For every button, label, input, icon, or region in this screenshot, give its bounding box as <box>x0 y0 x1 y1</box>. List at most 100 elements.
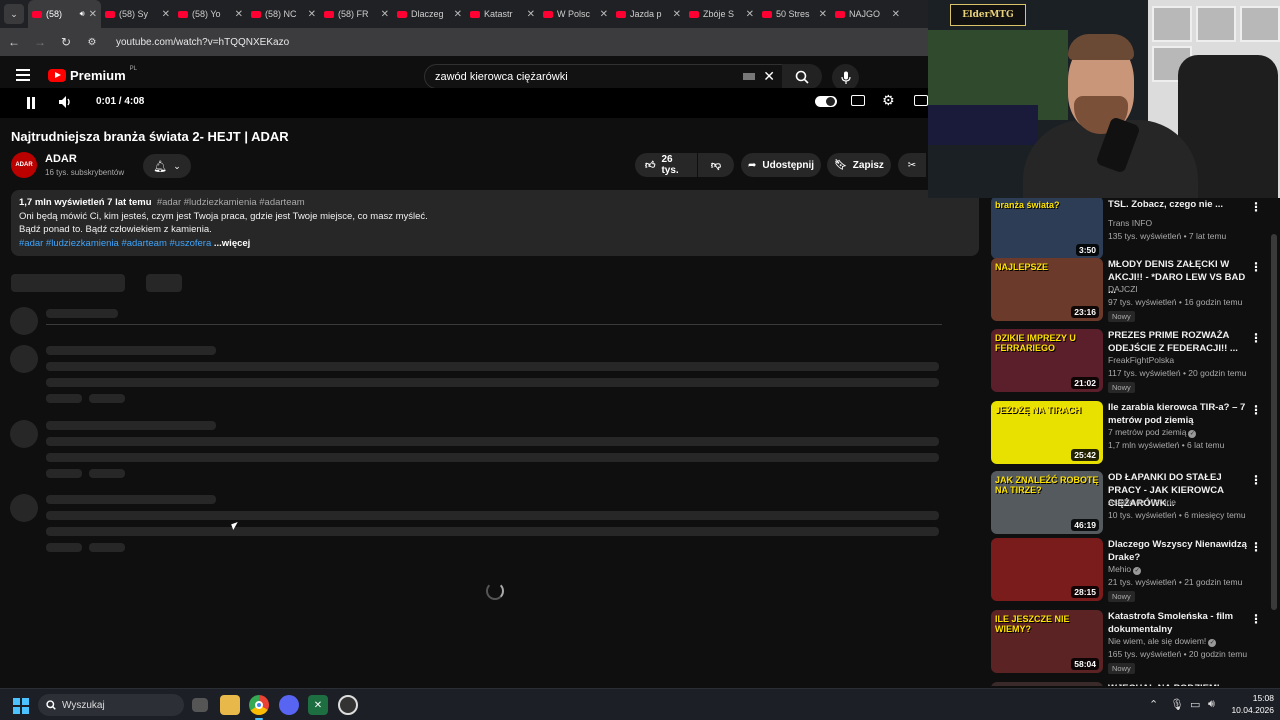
recommendation-channel[interactable]: 7 metrów pod ziemią ✓ <box>1108 427 1197 438</box>
clip-button[interactable]: ✂ <box>898 153 926 177</box>
browser-tab[interactable]: Zbóje S ✕ <box>685 0 758 28</box>
close-tab-icon[interactable]: ✕ <box>819 9 827 20</box>
share-button[interactable]: ➦ Udostępnij <box>741 153 821 177</box>
browser-tab[interactable]: Jazda p ✕ <box>612 0 685 28</box>
browser-tab[interactable]: Dlaczeg ✕ <box>393 0 466 28</box>
microphone-tray-icon[interactable]: 🎙︎ <box>1170 698 1184 711</box>
close-tab-icon[interactable]: ✕ <box>308 9 316 20</box>
miniplayer-icon[interactable] <box>914 95 928 106</box>
video-thumbnail[interactable]: NAJLEPSZE 23:16 <box>991 258 1103 321</box>
clear-search-icon[interactable]: ✕ <box>763 68 775 85</box>
recommendation-channel[interactable]: FreakFightPolska <box>1108 355 1174 365</box>
video-thumbnail[interactable]: JEŻDŻĘ NA TIRACH 25:42 <box>991 401 1103 464</box>
discord-icon[interactable] <box>279 695 299 715</box>
video-thumbnail[interactable]: 28:15 <box>991 538 1103 601</box>
settings-icon[interactable]: ⚙ <box>882 92 895 109</box>
scrollbar[interactable] <box>1271 234 1277 610</box>
close-tab-icon[interactable]: ✕ <box>235 9 243 20</box>
forward-arrow-icon[interactable]: → <box>32 35 48 49</box>
description-box[interactable]: 1,7 mln wyświetleń 7 lat temu #adar #lud… <box>11 190 979 256</box>
volume-icon[interactable] <box>59 96 73 108</box>
close-tab-icon[interactable]: ✕ <box>746 9 754 20</box>
more-options-icon[interactable]: ⋮ <box>1250 260 1262 274</box>
menu-icon[interactable] <box>16 69 30 84</box>
recommendation-channel[interactable]: DAJCZI <box>1108 284 1138 294</box>
recommendation-title[interactable]: WJECHAŁ NA PODZIEMI... <box>1108 682 1248 686</box>
keyboard-icon[interactable] <box>743 73 756 80</box>
video-thumbnail[interactable]: JAK ZNALEŹĆ ROBOTĘ NA TIRZE? 46:19 <box>991 471 1103 534</box>
site-info-icon[interactable]: ⚙ <box>84 37 100 48</box>
more-options-icon[interactable]: ⋮ <box>1250 331 1262 345</box>
browser-tab[interactable]: (58) Yo ✕ <box>174 0 247 28</box>
video-thumbnail[interactable]: DZIKIE IMPREZY U FERRARIEGO 21:02 <box>991 329 1103 392</box>
back-arrow-icon[interactable]: ← <box>6 35 22 49</box>
windows-start-icon[interactable] <box>13 698 29 714</box>
description-hashtags[interactable]: #adar #ludziezkamienia #adarteam #uszofe… <box>19 238 211 249</box>
close-tab-icon[interactable]: ✕ <box>527 9 535 20</box>
video-thumbnail[interactable] <box>991 682 1103 686</box>
close-tab-icon[interactable]: ✕ <box>454 9 462 20</box>
excel-icon[interactable]: ✕ <box>308 695 328 715</box>
browser-tab[interactable]: (58) 🔊︎ ✕ <box>28 0 101 28</box>
close-tab-icon[interactable]: ✕ <box>89 9 97 20</box>
recommendation-channel[interactable]: Asfaltowe Historie <box>1108 497 1176 507</box>
recommendation-channel[interactable]: Mehio ✓ <box>1108 564 1142 575</box>
voice-search-button[interactable] <box>832 64 859 91</box>
reload-icon[interactable]: ↻ <box>58 35 74 49</box>
more-options-icon[interactable]: ⋮ <box>1250 612 1262 626</box>
like-button[interactable]: 👍︎ 26 tys. <box>635 153 697 177</box>
video-thumbnail[interactable]: branża świata? 3:50 <box>991 198 1103 259</box>
close-tab-icon[interactable]: ✕ <box>600 9 608 20</box>
recommendation-title[interactable]: TSL. Zobacz, czego nie ... <box>1108 198 1248 211</box>
url-field[interactable]: youtube.com/watch?v=hTQQNXEKazo <box>116 37 289 48</box>
browser-tab[interactable]: Katastr ✕ <box>466 0 539 28</box>
recommendation-title[interactable]: Ile zarabia kierowca TIR-a? – 7 metrów p… <box>1108 401 1248 427</box>
chevron-up-icon[interactable]: ⌃ <box>1149 698 1158 711</box>
youtube-logo[interactable]: Premium PL <box>48 66 137 83</box>
save-button[interactable]: 🔖︎ Zapisz <box>827 153 891 177</box>
close-tab-icon[interactable]: ✕ <box>892 9 900 20</box>
close-tab-icon[interactable]: ✕ <box>673 9 681 20</box>
recommendation-title[interactable]: PREZES PRIME ROZWAŻA ODEJŚCIE Z FEDERACJ… <box>1108 329 1248 355</box>
inline-hashtags[interactable]: #adar #ludziezkamienia #adarteam <box>157 197 305 208</box>
task-view-icon[interactable] <box>192 698 208 712</box>
video-thumbnail[interactable]: ILE JESZCZE NIE WIEMY? 58:04 <box>991 610 1103 673</box>
file-explorer-icon[interactable] <box>220 695 240 715</box>
taskbar-search[interactable]: Wyszukaj <box>38 694 184 716</box>
browser-tab[interactable]: (58) FR ✕ <box>320 0 393 28</box>
search-button[interactable] <box>782 64 822 89</box>
channel-avatar[interactable]: ADAR <box>11 152 37 178</box>
dislike-button[interactable]: 👎︎ <box>698 153 734 177</box>
chrome-icon[interactable] <box>249 695 269 720</box>
more-options-icon[interactable]: ⋮ <box>1250 473 1262 487</box>
pause-button[interactable] <box>27 96 37 109</box>
recommendation-title[interactable]: Dlaczego Wszyscy Nienawidzą Drake? <box>1108 538 1248 564</box>
browser-tab[interactable]: NAJGO ✕ <box>831 0 904 28</box>
tab-search-button[interactable]: ⌄ <box>4 4 24 24</box>
browser-tab[interactable]: (58) Sy ✕ <box>101 0 174 28</box>
recommendation-channel[interactable]: Trans INFO <box>1108 218 1152 228</box>
close-tab-icon[interactable]: ✕ <box>381 9 389 20</box>
search-input[interactable] <box>435 70 744 83</box>
tab-label: (58) FR <box>338 9 369 19</box>
show-more-link[interactable]: ...więcej <box>214 238 250 249</box>
autoplay-toggle[interactable] <box>815 96 837 107</box>
display-icon[interactable]: ▭ <box>1190 698 1200 711</box>
more-options-icon[interactable]: ⋮ <box>1250 540 1262 554</box>
subscription-bell-button[interactable]: 🔔︎ ⌄ <box>143 154 191 178</box>
taskbar-clock[interactable]: 15:08 10.04.2026 <box>1222 692 1274 716</box>
close-tab-icon[interactable]: ✕ <box>162 9 170 20</box>
more-options-icon[interactable]: ⋮ <box>1250 403 1262 417</box>
channel-name[interactable]: ADAR <box>45 153 77 165</box>
browser-tab[interactable]: 50 Stres ✕ <box>758 0 831 28</box>
youtube-favicon-icon <box>616 10 626 18</box>
browser-tab[interactable]: W Polsc ✕ <box>539 0 612 28</box>
more-options-icon[interactable]: ⋮ <box>1250 200 1262 214</box>
audio-icon[interactable]: 🔊︎ <box>80 9 85 19</box>
recommendation-title[interactable]: Katastrofa Smoleńska - film dokumentalny <box>1108 610 1248 636</box>
subtitles-icon[interactable] <box>851 95 865 106</box>
obs-icon[interactable] <box>338 695 358 715</box>
speaker-icon[interactable]: 🔊︎ <box>1208 698 1215 711</box>
recommendation-channel[interactable]: Nie wiem, ale się dowiem! ✓ <box>1108 636 1217 647</box>
browser-tab[interactable]: (58) NC ✕ <box>247 0 320 28</box>
